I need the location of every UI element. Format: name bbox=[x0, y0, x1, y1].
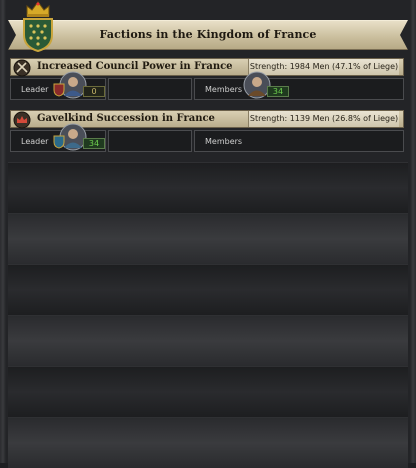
council-power-icon bbox=[13, 59, 31, 77]
members-slot[interactable]: Members 34 bbox=[194, 71, 404, 100]
list-row bbox=[8, 162, 408, 213]
window-title-banner: Factions in the Kingdom of France bbox=[8, 20, 408, 50]
leader-label: Leader bbox=[21, 85, 49, 94]
list-row bbox=[8, 366, 408, 417]
members-label: Members bbox=[205, 85, 243, 94]
leader-shield-icon bbox=[53, 135, 65, 149]
empty-slot bbox=[108, 78, 192, 100]
kingdom-coat-of-arms-icon[interactable] bbox=[22, 17, 54, 53]
leader-slot[interactable]: Leader 0 bbox=[10, 71, 106, 100]
succession-crown-icon bbox=[13, 111, 31, 129]
empty-faction-list bbox=[8, 162, 408, 468]
window-title: Factions in the Kingdom of France bbox=[99, 28, 317, 41]
empty-slot bbox=[108, 130, 192, 152]
leader-count: 34 bbox=[83, 138, 105, 149]
list-row bbox=[8, 264, 408, 315]
list-row bbox=[8, 213, 408, 264]
leader-slot[interactable]: Leader 34 bbox=[10, 123, 106, 152]
crown-icon bbox=[26, 1, 50, 17]
list-row bbox=[8, 315, 408, 366]
faction-strength: Strength: 1139 Men (26.8% of Liege) bbox=[248, 111, 399, 127]
leader-label: Leader bbox=[21, 137, 49, 146]
members-slot[interactable]: Members bbox=[194, 130, 404, 152]
members-count: 34 bbox=[267, 86, 289, 97]
members-label: Members bbox=[205, 137, 243, 146]
leader-count: 0 bbox=[83, 86, 105, 97]
leader-shield-icon bbox=[53, 83, 65, 97]
list-row bbox=[8, 417, 408, 468]
